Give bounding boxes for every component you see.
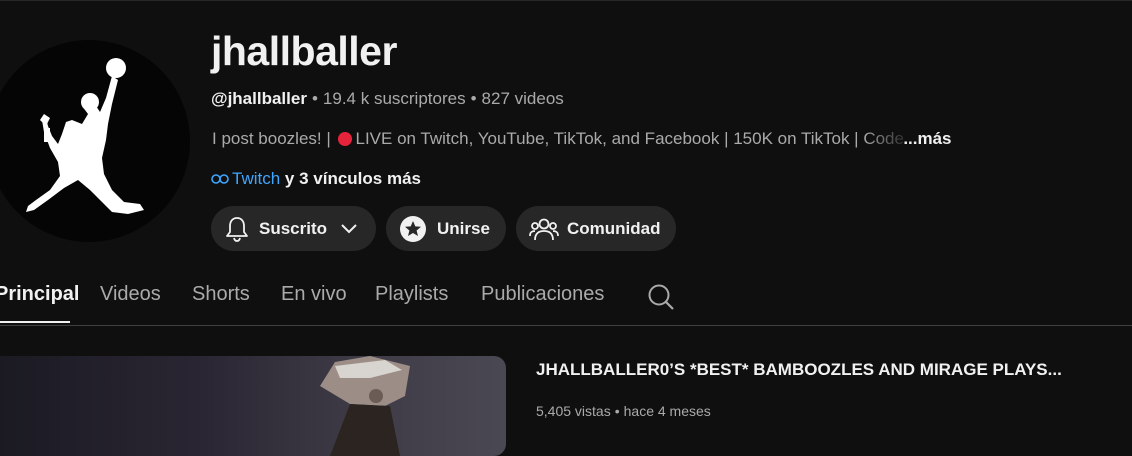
channel-description[interactable]: I post boozles! | LIVE on Twitch, YouTub… [212, 129, 952, 149]
tab-publicaciones[interactable]: Publicaciones [481, 283, 604, 306]
tabs-divider [0, 325, 1132, 326]
featured-video-meta: 5,405 vistas • hace 4 meses [536, 403, 711, 419]
more-links[interactable]: y 3 vínculos más [285, 169, 421, 188]
description-faded: Code [863, 129, 904, 148]
featured-video-thumbnail[interactable] [0, 356, 506, 456]
community-label: Comunidad [567, 218, 661, 238]
subscriber-count: 19.4 k suscriptores [322, 89, 466, 108]
channel-avatar[interactable] [0, 40, 190, 242]
channel-tabs: Principal Videos Shorts En vivo Playlist… [0, 283, 1132, 325]
tab-videos[interactable]: Videos [100, 283, 161, 306]
channel-search-button[interactable] [646, 282, 676, 317]
description-prefix: I post boozles! | [212, 129, 331, 148]
twitch-link[interactable]: Twitch [232, 169, 280, 188]
channel-meta: @jhallballer • 19.4 k suscriptores • 827 vid… [211, 89, 564, 109]
chevron-down-icon [341, 223, 357, 233]
tab-playlists[interactable]: Playlists [375, 283, 448, 306]
subscribed-label: Suscrito [259, 218, 328, 238]
active-tab-indicator [0, 321, 70, 323]
subscribed-button[interactable]: Suscrito [211, 206, 376, 251]
channel-links: Twitch y 3 vínculos más [211, 169, 421, 191]
tab-en-vivo[interactable]: En vivo [281, 283, 347, 306]
meta-separator: • [614, 403, 620, 419]
description-main: LIVE on Twitch, YouTube, TikTok, and Fac… [355, 129, 859, 148]
tab-shorts[interactable]: Shorts [192, 283, 250, 306]
video-count: 827 videos [481, 89, 564, 108]
view-count: 5,405 vistas [536, 403, 611, 419]
meta-separator: • [470, 89, 477, 108]
people-icon [529, 218, 559, 240]
description-more-link[interactable]: ...más [903, 129, 951, 148]
community-button[interactable]: Comunidad [516, 206, 676, 251]
featured-video-title[interactable]: JHALLBALLER0’S *BEST* BAMBOOZLES AND MIR… [536, 360, 1062, 380]
thumbnail-image [320, 356, 410, 456]
meta-separator: • [311, 89, 318, 108]
jumpman-logo [26, 58, 144, 214]
live-dot-icon [337, 132, 352, 146]
link-icon [211, 171, 229, 191]
channel-handle: @jhallballer [211, 89, 307, 108]
star-icon [400, 215, 426, 242]
tab-principal[interactable]: Principal [0, 283, 79, 306]
join-label: Unirse [437, 218, 490, 238]
channel-name: jhallballer [211, 28, 397, 74]
join-button[interactable]: Unirse [386, 206, 506, 251]
upload-age: hace 4 meses [623, 403, 711, 419]
search-icon [648, 284, 674, 310]
top-divider [0, 0, 1132, 1]
bell-icon [226, 216, 248, 242]
